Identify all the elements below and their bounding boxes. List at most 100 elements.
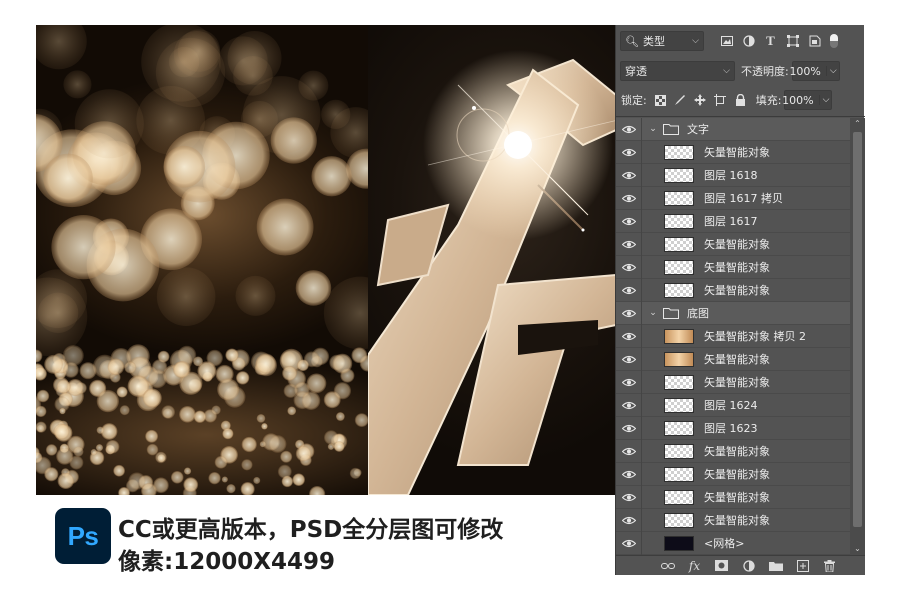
layer-thumbnail[interactable] xyxy=(664,535,694,551)
visibility-eye-icon[interactable] xyxy=(616,324,642,348)
layer-group-row[interactable]: ⌄ 文字 xyxy=(616,118,850,141)
layer-name[interactable]: 矢量智能对象 xyxy=(704,512,770,528)
lock-transparent-icon[interactable] xyxy=(654,94,667,107)
layer-thumbnail[interactable] xyxy=(664,328,694,344)
layer-name[interactable]: 矢量智能对象 xyxy=(704,443,770,459)
layer-name[interactable]: 图层 1617 拷贝 xyxy=(704,190,783,206)
lock-image-icon[interactable] xyxy=(674,94,687,107)
layer-name[interactable]: 矢量智能对象 xyxy=(704,466,770,482)
opacity-field[interactable]: 100% ⌵ xyxy=(789,61,840,81)
new-group-icon[interactable] xyxy=(768,559,783,573)
fill-field[interactable]: 100% ⌵ xyxy=(782,90,833,110)
visibility-eye-icon[interactable] xyxy=(616,278,642,302)
layer-row[interactable]: 矢量智能对象 xyxy=(616,255,850,279)
layer-row[interactable]: 图层 1624 xyxy=(616,393,850,417)
layer-row[interactable]: 图层 1618 xyxy=(616,163,850,187)
layer-thumbnail[interactable] xyxy=(664,213,694,229)
layer-name[interactable]: 图层 1623 xyxy=(704,420,758,436)
layer-row[interactable]: 矢量智能对象 xyxy=(616,508,850,532)
visibility-eye-icon[interactable] xyxy=(616,255,642,279)
layer-row[interactable]: 矢量智能对象 xyxy=(616,439,850,463)
layer-name[interactable]: 文字 xyxy=(687,121,709,137)
layer-thumbnail[interactable] xyxy=(664,190,694,206)
visibility-eye-icon[interactable] xyxy=(616,347,642,371)
layer-name[interactable]: 图层 1618 xyxy=(704,167,758,183)
layer-name[interactable]: 矢量智能对象 xyxy=(704,351,770,367)
layer-mask-icon[interactable] xyxy=(714,559,729,573)
layer-row[interactable]: 矢量智能对象 xyxy=(616,347,850,371)
scrollbar-thumb[interactable] xyxy=(853,132,862,527)
layer-name[interactable]: 矢量智能对象 xyxy=(704,144,770,160)
visibility-eye-icon[interactable] xyxy=(616,508,642,532)
visibility-eye-icon[interactable] xyxy=(616,416,642,440)
scroll-up-icon[interactable]: ⌃ xyxy=(850,118,865,130)
layer-thumbnail[interactable] xyxy=(664,397,694,413)
layer-thumbnail[interactable] xyxy=(664,374,694,390)
visibility-eye-icon[interactable] xyxy=(616,370,642,394)
lock-all-icon[interactable] xyxy=(734,94,747,107)
layer-row[interactable]: 图层 1617 拷贝 xyxy=(616,186,850,210)
layer-name[interactable]: 矢量智能对象 拷贝 2 xyxy=(704,328,806,344)
layer-row[interactable]: 矢量智能对象 拷贝 2 xyxy=(616,324,850,348)
layer-row[interactable]: 矢量智能对象 xyxy=(616,278,850,302)
layer-row[interactable]: 矢量智能对象 xyxy=(616,485,850,509)
layer-row[interactable]: <网格> xyxy=(616,531,850,555)
layer-row[interactable]: 矢量智能对象 xyxy=(616,140,850,164)
layer-group-row[interactable]: ⌄ 底图 xyxy=(616,301,850,325)
layer-thumbnail[interactable] xyxy=(664,236,694,252)
layer-name[interactable]: 矢量智能对象 xyxy=(704,236,770,252)
group-expand-chevron-icon[interactable]: ⌄ xyxy=(647,124,659,134)
layer-thumbnail[interactable] xyxy=(664,420,694,436)
lock-position-icon[interactable] xyxy=(694,94,707,107)
layer-name[interactable]: 图层 1624 xyxy=(704,397,758,413)
visibility-eye-icon[interactable] xyxy=(616,393,642,417)
layer-thumbnail[interactable] xyxy=(664,282,694,298)
layer-name[interactable]: 矢量智能对象 xyxy=(704,374,770,390)
layer-thumbnail[interactable] xyxy=(664,351,694,367)
chevron-down-icon[interactable]: ⌵ xyxy=(818,95,829,105)
link-layers-icon[interactable] xyxy=(660,559,675,573)
visibility-eye-icon[interactable] xyxy=(616,301,642,325)
layer-thumbnail[interactable] xyxy=(664,144,694,160)
shape-filter-icon[interactable] xyxy=(786,35,799,48)
visibility-eye-icon[interactable] xyxy=(616,140,642,164)
visibility-eye-icon[interactable] xyxy=(616,186,642,210)
visibility-eye-icon[interactable] xyxy=(616,232,642,256)
fx-icon[interactable]: fx xyxy=(687,559,702,573)
trash-icon[interactable] xyxy=(822,559,837,573)
visibility-eye-icon[interactable] xyxy=(616,485,642,509)
layer-name[interactable]: <网格> xyxy=(704,535,744,551)
text-filter-icon[interactable]: T xyxy=(764,33,777,48)
group-expand-chevron-icon[interactable]: ⌄ xyxy=(647,308,659,318)
adjustment-filter-icon[interactable] xyxy=(742,35,755,48)
layer-name[interactable]: 矢量智能对象 xyxy=(704,489,770,505)
visibility-eye-icon[interactable] xyxy=(616,531,642,555)
blend-mode-dropdown[interactable]: 穿透 ⌵ xyxy=(620,61,735,81)
visibility-eye-icon[interactable] xyxy=(616,118,642,141)
chevron-down-icon[interactable]: ⌵ xyxy=(825,66,837,76)
layer-name[interactable]: 矢量智能对象 xyxy=(704,282,770,298)
layer-name[interactable]: 底图 xyxy=(687,305,709,321)
layer-thumbnail[interactable] xyxy=(664,167,694,183)
layer-row[interactable]: 矢量智能对象 xyxy=(616,232,850,256)
visibility-eye-icon[interactable] xyxy=(616,163,642,187)
layer-thumbnail[interactable] xyxy=(664,466,694,482)
layer-thumbnail[interactable] xyxy=(664,512,694,528)
layers-scrollbar[interactable]: ⌃ ⌄ xyxy=(850,118,865,555)
layer-row[interactable]: 图层 1617 xyxy=(616,209,850,233)
layer-thumbnail[interactable] xyxy=(664,259,694,275)
layer-kind-filter-dropdown[interactable]: 🔍︎ 类型 ⌵ xyxy=(620,31,704,51)
layer-name[interactable]: 矢量智能对象 xyxy=(704,259,770,275)
filter-toggle-icon[interactable] xyxy=(830,34,838,48)
scroll-down-icon[interactable]: ⌄ xyxy=(850,543,865,555)
layer-name[interactable]: 图层 1617 xyxy=(704,213,758,229)
visibility-eye-icon[interactable] xyxy=(616,209,642,233)
layer-row[interactable]: 图层 1623 xyxy=(616,416,850,440)
layer-row[interactable]: 矢量智能对象 xyxy=(616,370,850,394)
visibility-eye-icon[interactable] xyxy=(616,439,642,463)
layer-row[interactable]: 矢量智能对象 xyxy=(616,462,850,486)
visibility-eye-icon[interactable] xyxy=(616,462,642,486)
lock-artboard-icon[interactable] xyxy=(714,94,727,107)
smart-object-filter-icon[interactable] xyxy=(808,35,821,48)
layer-thumbnail[interactable] xyxy=(664,443,694,459)
